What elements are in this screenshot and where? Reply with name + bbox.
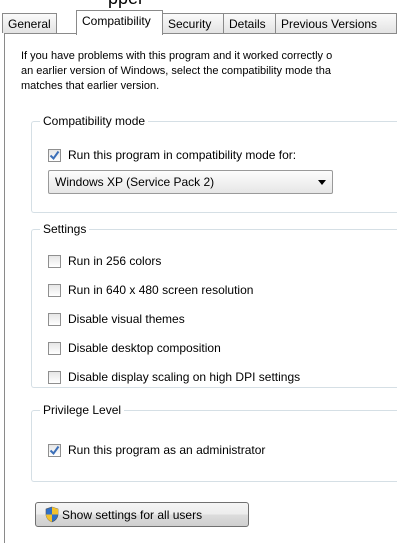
settings-title: Settings (40, 222, 90, 236)
setting-256-colors-label: Run in 256 colors (68, 254, 162, 268)
setting-disable-composition-row[interactable]: Disable desktop composition (48, 340, 221, 356)
checkmark-icon (49, 150, 60, 160)
privilege-level-title: Privilege Level (40, 403, 125, 417)
compatibility-mode-checkbox[interactable] (48, 148, 61, 162)
setting-640x480-checkbox[interactable] (48, 283, 61, 297)
tab-previous-versions[interactable]: Previous Versions (275, 13, 397, 33)
compatibility-mode-title: Compatibility mode (40, 114, 149, 128)
intro-line: If you have problems with this program a… (21, 50, 333, 62)
uac-shield-icon (45, 506, 59, 523)
setting-256-colors-row[interactable]: Run in 256 colors (48, 253, 161, 269)
dropdown-arrow-icon (318, 180, 326, 185)
intro-line: matches that earlier version. (21, 80, 160, 92)
run-as-admin-label: Run this program as an administrator (68, 443, 266, 457)
tab-details[interactable]: Details (223, 13, 276, 33)
setting-640x480-label: Run in 640 x 480 screen resolution (68, 283, 254, 297)
compatibility-mode-label: Run this program in compatibility mode f… (68, 148, 297, 162)
tab-bar: General Compatibility Security Details P… (0, 10, 397, 35)
compatibility-mode-select[interactable]: Windows XP (Service Pack 2) (48, 170, 333, 194)
show-settings-all-users-label: Show settings for all users (62, 507, 203, 522)
intro-line: an earlier version of Windows, select th… (21, 65, 331, 77)
compatibility-mode-checkbox-row[interactable]: Run this program in compatibility mode f… (48, 147, 296, 163)
window-title-fragment: pper (0, 0, 397, 10)
setting-disable-themes-checkbox[interactable] (48, 312, 61, 326)
setting-disable-dpi-scaling-checkbox[interactable] (48, 370, 61, 384)
setting-640x480-row[interactable]: Run in 640 x 480 screen resolution (48, 282, 253, 298)
intro-text: If you have problems with this program a… (21, 49, 397, 94)
setting-disable-composition-label: Disable desktop composition (68, 341, 221, 355)
window-title-text: pper (108, 0, 144, 9)
setting-disable-dpi-scaling-label: Disable display scaling on high DPI sett… (68, 370, 301, 384)
tab-security[interactable]: Security (162, 13, 224, 33)
compatibility-mode-selected-value: Windows XP (Service Pack 2) (55, 175, 215, 189)
checkmark-icon (49, 445, 60, 455)
show-settings-all-users-button[interactable]: Show settings for all users (35, 502, 249, 527)
tab-compatibility[interactable]: Compatibility (76, 10, 163, 35)
run-as-admin-checkbox[interactable] (48, 443, 61, 457)
tab-general[interactable]: General (2, 13, 57, 33)
run-as-admin-row[interactable]: Run this program as an administrator (48, 442, 265, 458)
setting-disable-composition-checkbox[interactable] (48, 341, 61, 355)
setting-disable-dpi-scaling-row[interactable]: Disable display scaling on high DPI sett… (48, 369, 300, 385)
setting-256-colors-checkbox[interactable] (48, 254, 61, 268)
setting-disable-themes-row[interactable]: Disable visual themes (48, 311, 185, 327)
setting-disable-themes-label: Disable visual themes (68, 312, 185, 326)
compatibility-mode-group: Compatibility mode (31, 114, 397, 213)
